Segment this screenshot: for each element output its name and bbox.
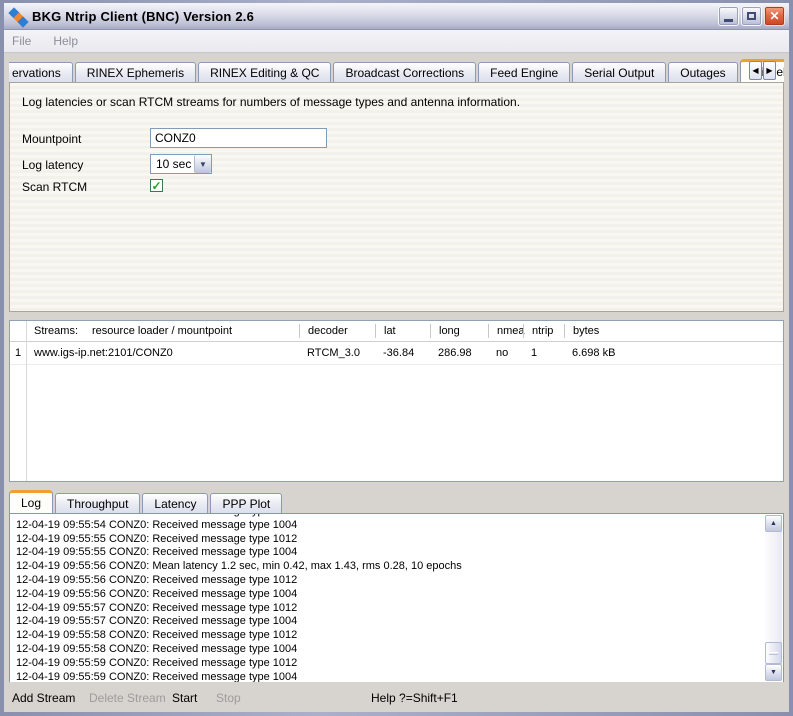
scan-rtcm-checkbox[interactable]: ✓ (150, 179, 163, 192)
title-bar: BKG Ntrip Client (BNC) Version 2.6 ✕ (4, 3, 789, 30)
tab-label: ervations (12, 66, 61, 80)
add-stream-button[interactable]: Add Stream (12, 691, 75, 705)
bottom-toolbar: Add Stream Delete Stream Start Stop Help… (4, 682, 789, 712)
table-gutter-divider (26, 321, 27, 481)
col-lat: lat (375, 324, 430, 338)
col-decoder: decoder (299, 324, 375, 338)
tab-label: Latency (154, 497, 196, 511)
log-line: 12-04-19 09:55:57 CONZ0: Received messag… (16, 602, 766, 616)
arrow-right-icon: ▶ (766, 66, 772, 75)
app-icon (10, 8, 27, 25)
col-streams-label: Streams: (34, 325, 78, 337)
scroll-up-button[interactable]: ▲ (765, 515, 782, 532)
col-long: long (430, 324, 488, 338)
tab[interactable]: RINEX Ephemeris (75, 62, 196, 82)
log-line: 12-04-19 09:55:55 CONZ0: Received messag… (16, 546, 766, 560)
close-icon: ✕ (769, 9, 779, 23)
col-mountpoint: resource loader / mountpoint (92, 325, 232, 337)
tab-label: Feed Engine (490, 66, 558, 80)
tab[interactable]: Outages (668, 62, 737, 82)
help-shortcut-text: Help ?=Shift+F1 (371, 691, 458, 705)
mountpoint-label: Mountpoint (22, 132, 81, 146)
tab-label: Throughput (67, 497, 128, 511)
tab-label: RINEX Ephemeris (87, 66, 184, 80)
streams-table: Streams: resource loader / mountpoint de… (9, 320, 784, 482)
col-ntrip: ntrip (523, 324, 564, 338)
main-content: ◀ ▶ ervations RINEX Ephemeris RINEX Edit… (4, 53, 789, 712)
menu-bar: File Help (4, 30, 789, 53)
maximize-button[interactable] (741, 6, 762, 26)
tab-label: Broadcast Corrections (345, 66, 464, 80)
tab[interactable]: RINEX Editing & QC (198, 62, 331, 82)
panel-description: Log latencies or scan RTCM streams for n… (22, 95, 520, 109)
chevron-down-icon: ▼ (194, 155, 211, 173)
log-line: 12-04-19 09:55:57 CONZ0: Received messag… (16, 615, 766, 629)
scan-rtcm-label: Scan RTCM (22, 180, 87, 194)
app-window: BKG Ntrip Client (BNC) Version 2.6 ✕ Fil… (0, 0, 793, 716)
menu-item[interactable]: File (12, 34, 31, 48)
menu-item[interactable]: Help (53, 34, 78, 48)
tab[interactable]: Throughput (55, 493, 140, 513)
tab-label: Serial Output (584, 66, 654, 80)
window-title: BKG Ntrip Client (BNC) Version 2.6 (32, 9, 718, 24)
cell-long: 286.98 (430, 347, 488, 359)
cell-decoder: RTCM_3.0 (299, 347, 375, 359)
streams-header-row: Streams: resource loader / mountpoint de… (10, 321, 783, 342)
log-line: 12-04-19 09:55:56 CONZ0: Received messag… (16, 574, 766, 588)
log-line: 12-04-19 09:55:58 CONZ0: Received messag… (16, 629, 766, 643)
log-latency-value: 10 sec (151, 157, 194, 171)
log-lines: 12-04-19 09:55:54 CONZ0: Received messag… (10, 513, 766, 683)
top-tab-bar: ◀ ▶ ervations RINEX Ephemeris RINEX Edit… (9, 59, 784, 82)
delete-stream-button[interactable]: Delete Stream (89, 691, 166, 705)
log-latency-label: Log latency (22, 158, 83, 172)
arrow-left-icon: ◀ (752, 66, 758, 75)
stop-button[interactable]: Stop (216, 691, 241, 705)
corner-cell (10, 324, 26, 338)
mountpoint-input[interactable] (150, 128, 327, 148)
log-line: 12-04-19 09:55:59 CONZ0: Received messag… (16, 657, 766, 671)
scroll-down-button[interactable]: ▼ (765, 664, 782, 681)
cell-lat: -36.84 (375, 347, 430, 359)
arrow-down-icon: ▼ (770, 669, 777, 676)
tab-scroll-right-button[interactable]: ▶ (763, 61, 776, 80)
log-line: 12-04-19 09:55:55 CONZ0: Received messag… (16, 533, 766, 547)
log-line: 12-04-19 09:55:56 CONZ0: Received messag… (16, 588, 766, 602)
tab[interactable]: Log (9, 490, 53, 513)
check-icon: ✓ (151, 180, 161, 192)
maximize-icon (747, 12, 756, 20)
tab-label: Outages (680, 66, 725, 80)
minimize-icon (724, 19, 733, 22)
close-button[interactable]: ✕ (764, 6, 785, 26)
arrow-up-icon: ▲ (770, 520, 777, 527)
cell-nmea: no (488, 347, 523, 359)
tab-label: Log (21, 496, 41, 510)
log-line: 12-04-19 09:55:58 CONZ0: Received messag… (16, 643, 766, 657)
log-output[interactable]: 12-04-19 09:55:54 CONZ0: Received messag… (9, 513, 784, 683)
start-button[interactable]: Start (172, 691, 197, 705)
table-row[interactable]: 1 www.igs-ip.net:2101/CONZ0 RTCM_3.0 -36… (10, 342, 783, 365)
row-number: 1 (10, 347, 26, 359)
cell-bytes: 6.698 kB (564, 347, 783, 359)
scrollbar-thumb[interactable] (765, 642, 782, 664)
cell-ntrip: 1 (523, 347, 564, 359)
log-latency-select[interactable]: 10 sec ▼ (150, 154, 212, 174)
col-nmea: nmea (488, 324, 523, 338)
tab[interactable]: PPP Plot (210, 493, 282, 513)
col-bytes: bytes (564, 324, 783, 338)
tab[interactable]: ervations (9, 62, 73, 82)
tab[interactable]: Broadcast Corrections (333, 62, 476, 82)
log-line: 12-04-19 09:55:54 CONZ0: Received messag… (16, 519, 766, 533)
tab[interactable]: Feed Engine (478, 62, 570, 82)
tab-label: RINEX Editing & QC (210, 66, 319, 80)
miscellaneous-panel: Log latencies or scan RTCM streams for n… (9, 82, 784, 312)
log-scrollbar[interactable]: ▲ ▼ (765, 515, 782, 681)
cell-mountpoint: www.igs-ip.net:2101/CONZ0 (26, 347, 299, 359)
tab-scroll-left-button[interactable]: ◀ (749, 61, 762, 80)
minimize-button[interactable] (718, 6, 739, 26)
tab-label: PPP Plot (222, 497, 270, 511)
log-line: 12-04-19 09:55:56 CONZ0: Mean latency 1.… (16, 560, 766, 574)
bottom-tab-bar: Log Throughput Latency PPP Plot (9, 490, 784, 513)
tab[interactable]: Latency (142, 493, 208, 513)
tab[interactable]: Serial Output (572, 62, 666, 82)
